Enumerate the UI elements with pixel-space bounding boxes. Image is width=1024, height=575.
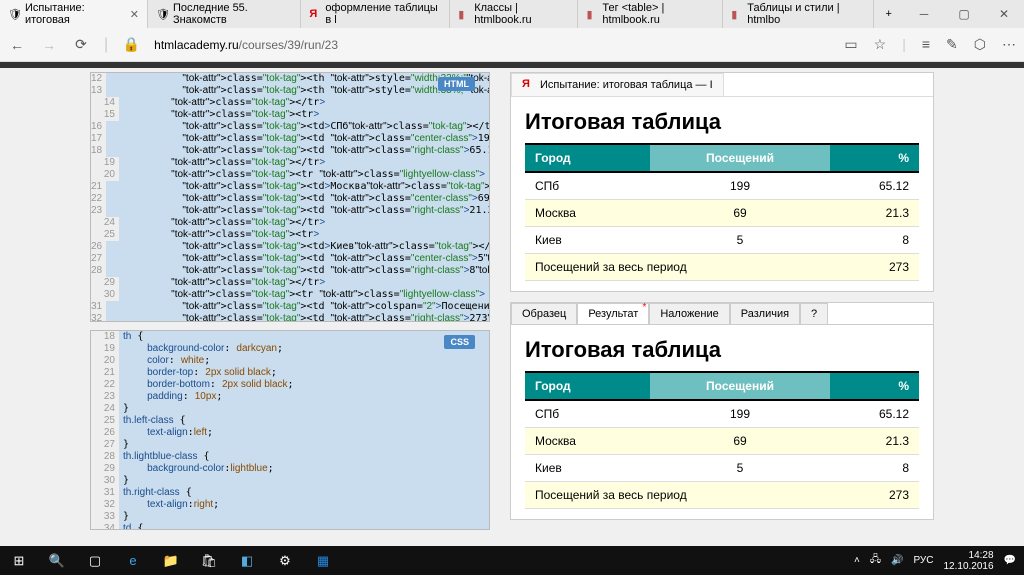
more-icon[interactable]: ⋯ [1002,36,1016,53]
maximize-button[interactable]: ▢ [944,0,984,28]
browser-tab[interactable]: 🛡 Испытание: итоговая ✕ [0,0,148,28]
tab-title: Таблицы и стили | htmlbo [747,2,864,26]
asterisk-icon: * [642,302,646,313]
start-button[interactable]: ⊞ [0,546,38,575]
result-table: Город Посещений % СПб19965.12 Москва6921… [525,143,919,281]
volume-icon[interactable]: 🔊 [891,555,903,566]
language-indicator[interactable]: РУС [913,555,933,566]
table-row: Киев58 [525,455,919,482]
tab-result[interactable]: Результат* [577,303,649,324]
store-icon[interactable]: 🛍 [190,546,228,575]
tab-title: Испытание: итоговая [25,2,121,26]
htmlbook-icon: ▮ [731,8,742,20]
browser-tab[interactable]: 🛡 Последние 55. Знакомств [148,0,301,28]
table-row: СПб19965.12 [525,400,919,428]
th-visits: Посещений [650,144,830,172]
tab-title: оформление таблицы в l [325,2,441,26]
tray-chevron-icon[interactable]: ˄ [854,555,860,566]
close-button[interactable]: ✕ [984,0,1024,28]
th-percent: % [830,372,919,400]
explorer-icon[interactable]: 📁 [152,546,190,575]
favorite-icon[interactable]: ☆ [874,36,887,53]
table-row: Москва6921.3 [525,200,919,227]
tab-sample[interactable]: Образец [511,303,577,324]
url-field[interactable]: htmlacademy.ru/courses/39/run/23 [154,38,830,52]
table-header-row: Город Посещений % [525,372,919,400]
notifications-icon[interactable]: 💬 [1004,555,1016,566]
lock-icon: 🔒 [122,36,140,53]
result-table: Город Посещений % СПб19965.12 Москва6921… [525,371,919,509]
forward-icon[interactable]: → [40,37,58,53]
html-editor[interactable]: HTML 12 "tok-attr">class="tok-tag"><th "… [90,72,490,322]
yandex-icon: Я [309,8,320,20]
css-editor[interactable]: CSS 18th {19 background-color: darkcyan;… [90,330,490,530]
note-icon[interactable]: ✎ [946,36,958,53]
systray: ˄ 🖧 🔊 РУС 14:28 12.10.2016 💬 [854,550,1024,572]
table-row: Киев58 [525,227,919,254]
table-row: СПб19965.12 [525,172,919,200]
browser-tab[interactable]: ▮ Тег <table> | htmlbook.ru [578,0,723,28]
tab-help[interactable]: ? [800,303,828,324]
result-preview: Образец Результат* Наложение Различия ? … [510,302,934,520]
taskbar: ⊞ 🔍 ▢ e 📁 🛍 ◧ ⚙ ▦ ˄ 🖧 🔊 РУС 14:28 12.10.… [0,546,1024,575]
preview-tab[interactable]: Я Испытание: итоговая таблица — I [511,73,724,96]
browser-tab[interactable]: ▮ Таблицы и стили | htmlbo [723,0,873,28]
th-city: Город [525,372,650,400]
clock[interactable]: 14:28 12.10.2016 [943,550,993,572]
preview-title: Итоговая таблица [511,97,933,143]
table-total-row: Посещений за весь период273 [525,254,919,281]
css-badge: CSS [444,335,475,349]
new-tab-button[interactable]: + [874,0,904,28]
share-icon[interactable]: ⬡ [974,36,986,53]
editor-column: HTML 12 "tok-attr">class="tok-tag"><th "… [90,72,490,546]
address-bar: ← → ⟳ | 🔒 htmlacademy.ru/courses/39/run/… [0,28,1024,62]
preview-tab-bar: Я Испытание: итоговая таблица — I [511,73,933,97]
html-badge: HTML [438,77,475,91]
minimize-button[interactable]: ─ [904,0,944,28]
hub-icon[interactable]: ≡ [922,36,930,53]
settings-icon[interactable]: ⚙ [266,546,304,575]
th-percent: % [830,144,919,172]
browser-tab[interactable]: Я оформление таблицы в l [301,0,450,28]
th-city: Город [525,144,650,172]
table-row: Москва6921.3 [525,428,919,455]
browser-tab-strip: 🛡 Испытание: итоговая ✕ 🛡 Последние 55. … [0,0,1024,28]
page-content: HTML 12 "tok-attr">class="tok-tag"><th "… [0,68,1024,546]
network-icon[interactable]: 🖧 [870,552,881,569]
tab-title: Тег <table> | htmlbook.ru [602,2,714,26]
tab-diff[interactable]: Различия [730,303,800,324]
htmlbook-icon: ▮ [586,8,597,20]
preview-column: Я Испытание: итоговая таблица — I Итогов… [510,72,934,546]
refresh-icon[interactable]: ⟳ [72,36,90,53]
preview-title: Итоговая таблица [511,325,933,371]
yandex-icon: Я [522,78,536,92]
close-icon[interactable]: ✕ [130,8,139,21]
search-icon[interactable]: 🔍 [38,546,76,575]
th-visits: Посещений [650,372,830,400]
browser-tab[interactable]: ▮ Классы | htmlbook.ru [450,0,578,28]
htmlbook-icon: ▮ [458,8,469,20]
result-tab-bar: Образец Результат* Наложение Различия ? [511,303,933,325]
target-preview: Я Испытание: итоговая таблица — I Итогов… [510,72,934,292]
shield-icon: 🛡 [8,8,20,20]
table-header-row: Город Посещений % [525,144,919,172]
reading-icon[interactable]: ▭ [844,36,857,53]
table-total-row: Посещений за весь период273 [525,482,919,509]
taskview-icon[interactable]: ▢ [76,546,114,575]
app-icon[interactable]: ▦ [304,546,342,575]
tab-title: Классы | htmlbook.ru [474,2,569,26]
shield-icon: 🛡 [156,8,168,20]
app-icon[interactable]: ◧ [228,546,266,575]
tab-title: Последние 55. Знакомств [173,2,292,26]
back-icon[interactable]: ← [8,37,26,53]
tab-overlay[interactable]: Наложение [649,303,729,324]
edge-icon[interactable]: e [114,546,152,575]
